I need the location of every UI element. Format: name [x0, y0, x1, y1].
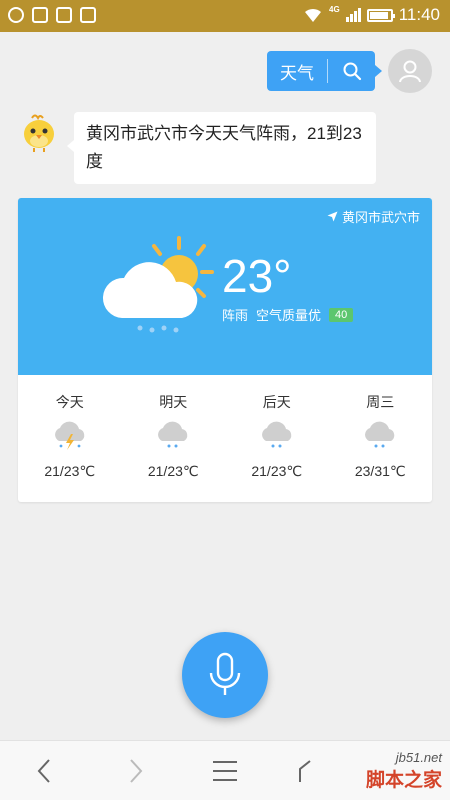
condition-text: 阵雨: [222, 308, 249, 323]
light-rain-icon: [257, 419, 297, 456]
forecast: 今天 21/23℃ 明天 21/23℃ 后天 21/23℃ 周三 23/31℃: [18, 375, 432, 502]
forecast-day[interactable]: 明天 21/23℃: [122, 375, 226, 502]
air-quality-label: 空气质量优: [256, 308, 322, 323]
condition-row: 阵雨 空气质量优 40: [222, 305, 354, 324]
chevron-left-icon: [37, 759, 50, 783]
location-arrow-icon: [327, 211, 338, 222]
clock: 11:40: [398, 5, 440, 24]
forecast-temp: 21/23℃: [147, 463, 199, 479]
location-text: 黄冈市武穴市: [341, 210, 420, 225]
battery-icon: [366, 8, 395, 22]
chevron-right-icon: [130, 759, 143, 783]
gallery-icon: [56, 7, 72, 23]
location[interactable]: 黄冈市武穴市: [327, 207, 420, 226]
menu-button[interactable]: [211, 757, 239, 785]
microphone-icon: [209, 652, 241, 695]
assistant-avatar: [18, 112, 60, 154]
light-rain-icon: [360, 419, 400, 456]
forecast-day-label: 今天: [55, 394, 84, 410]
query-text: 天气: [280, 63, 314, 83]
watermark: jb51.net 脚本之家: [366, 750, 442, 792]
forecast-temp: 21/23℃: [44, 463, 96, 479]
aqi-badge: 40: [329, 307, 354, 322]
light-rain-icon: [153, 419, 193, 456]
network-type: 4G: [329, 5, 340, 14]
signal-icon: [345, 8, 361, 22]
weather-card[interactable]: 黄冈市武穴市 23° 阵雨 空气质量优 40 今天 21/23℃ 明天 21/2…: [18, 198, 432, 502]
forecast-temp: 23/31℃: [354, 463, 406, 479]
thunder-shower-icon: [50, 419, 90, 456]
forecast-temp: 21/23℃: [251, 463, 303, 479]
home-button[interactable]: [296, 757, 324, 785]
forecast-day[interactable]: 周三 23/31℃: [329, 375, 433, 502]
search-icon[interactable]: [328, 61, 375, 81]
clipboard-icon: [80, 7, 96, 23]
current-weather: 黄冈市武穴市 23° 阵雨 空气质量优 40: [18, 198, 432, 375]
menu-icon: [213, 761, 237, 781]
wechat-icon: [8, 7, 24, 23]
forecast-day-label: 周三: [366, 394, 395, 410]
notification-icon: [32, 7, 48, 23]
current-temperature: 23°: [222, 250, 292, 302]
home-icon: [299, 760, 311, 782]
person-icon: [399, 60, 421, 83]
forecast-day[interactable]: 今天 21/23℃: [18, 375, 122, 502]
forecast-day[interactable]: 后天 21/23℃: [225, 375, 329, 502]
status-bar: 4G 11:40: [0, 0, 450, 32]
user-avatar[interactable]: [388, 49, 432, 93]
voice-input-button[interactable]: [182, 632, 268, 718]
forecast-day-label: 后天: [262, 394, 291, 410]
partly-cloudy-icon: [94, 232, 214, 343]
watermark-url: jb51.net: [395, 750, 442, 765]
wifi-icon: [303, 7, 323, 23]
back-button[interactable]: [30, 757, 58, 785]
battery-fill: [369, 11, 388, 19]
watermark-name: 脚本之家: [365, 770, 442, 791]
forecast-day-label: 明天: [159, 394, 188, 410]
query-bubble[interactable]: 天气: [267, 51, 382, 91]
answer-bubble: 黄冈市武穴市今天天气阵雨，21到23度: [67, 112, 376, 184]
forward-button[interactable]: [122, 757, 150, 785]
